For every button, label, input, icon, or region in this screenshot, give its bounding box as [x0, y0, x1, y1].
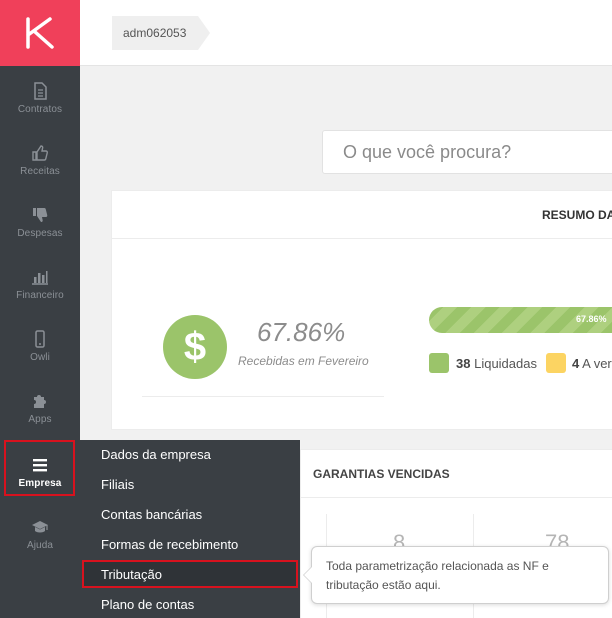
sidebar-item-label: Despesas	[17, 228, 63, 239]
tooltip: Toda parametrização relacionada as NF e …	[303, 546, 609, 604]
thumbs-up-icon	[32, 145, 48, 161]
sidebar-item-label: Financeiro	[16, 290, 64, 301]
puzzle-icon	[34, 395, 46, 408]
menu-item-tributacao[interactable]: Tributação	[101, 565, 162, 585]
sidebar-item-owli[interactable]: Owli	[0, 330, 80, 388]
garantias-card-header: GARANTIAS VENCIDAS	[301, 450, 612, 498]
top-bar: adm062053	[80, 0, 612, 66]
menu-item-formas-de-recebimento[interactable]: Formas de recebimento	[101, 535, 238, 555]
sidebar-item-ajuda[interactable]: Ajuda	[0, 518, 80, 576]
tooltip-line: Toda parametrização relacionada as NF e	[326, 559, 549, 573]
sidebar-item-receitas[interactable]: Receitas	[0, 144, 80, 202]
mobile-icon	[35, 330, 45, 348]
received-caption: Recebidas em Fevereiro	[238, 354, 369, 368]
thumbs-down-icon	[33, 208, 48, 222]
sidebar-item-label: Owli	[30, 352, 50, 363]
menu-item-contas-bancarias[interactable]: Contas bancárias	[101, 505, 202, 525]
sidebar-item-financeiro[interactable]: Financeiro	[0, 268, 80, 326]
bar-chart-icon	[32, 271, 48, 285]
legend-swatch-liquidadas	[429, 353, 449, 373]
summary-card-header: RESUMO DA	[112, 191, 612, 239]
legend-liquidadas: 38 Liquidadas	[456, 356, 537, 371]
dollar-icon: $	[163, 315, 227, 379]
menu-item-plano-de-contas[interactable]: Plano de contas	[101, 595, 194, 615]
sidebar-item-despesas[interactable]: Despesas	[0, 206, 80, 264]
progress-label: 67.86%	[576, 314, 607, 324]
summary-title: RESUMO DA	[542, 208, 612, 222]
tooltip-line: tributação estão aqui.	[326, 578, 441, 592]
legend-swatch-a-vencer	[546, 353, 566, 373]
sidebar: Contratos Receitas Despesas Financeiro O…	[0, 0, 80, 618]
menu-item-filiais[interactable]: Filiais	[101, 475, 134, 495]
summary-card: RESUMO DA $ 67.86% Recebidas em Fevereir…	[111, 190, 612, 430]
sidebar-item-label: Apps	[28, 414, 52, 425]
received-percent: 67.86%	[257, 317, 346, 347]
divider	[142, 396, 384, 397]
highlight-box-empresa	[4, 440, 75, 496]
sidebar-item-label: Receitas	[20, 166, 60, 177]
sidebar-item-label: Ajuda	[26, 540, 54, 551]
legend-a-vencer: 4 A ver	[572, 356, 612, 371]
sidebar-item-contratos[interactable]: Contratos	[0, 82, 80, 140]
sidebar-item-label: Contratos	[17, 104, 63, 115]
breadcrumb[interactable]: adm062053	[112, 16, 211, 50]
document-icon	[34, 82, 47, 100]
empresa-dropdown-menu: Dados da empresa Filiais Contas bancária…	[80, 440, 300, 618]
brand-logo[interactable]	[0, 0, 80, 66]
search-input[interactable]	[322, 130, 612, 174]
menu-item-dados-da-empresa[interactable]: Dados da empresa	[101, 445, 211, 465]
progress-bar: 67.86%	[429, 307, 612, 333]
garantias-title: GARANTIAS VENCIDAS	[313, 467, 450, 481]
graduation-cap-icon	[32, 521, 48, 533]
k-logo-icon	[26, 17, 54, 49]
